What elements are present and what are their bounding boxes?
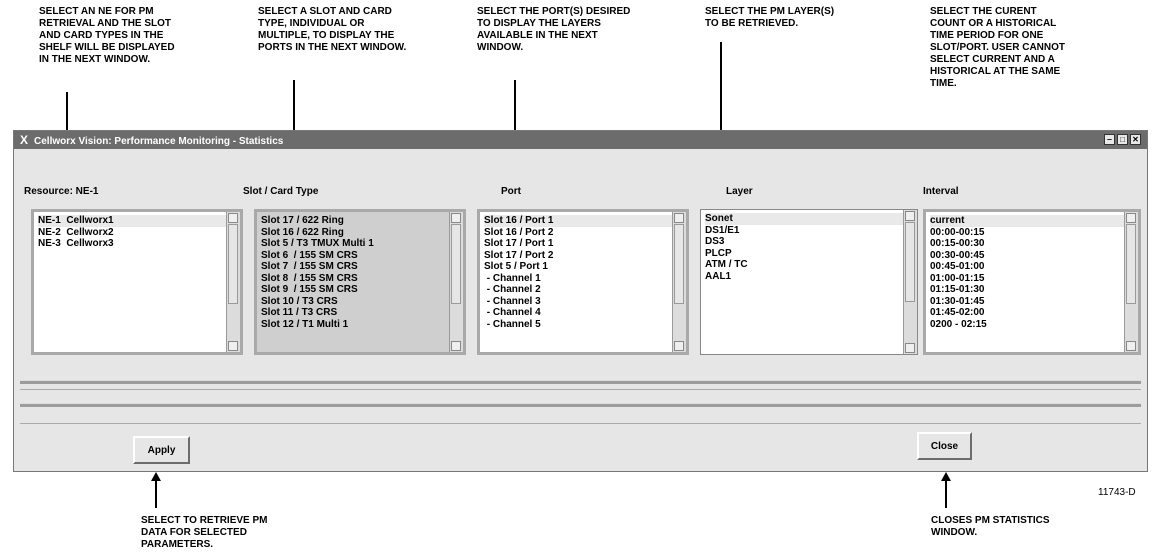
list-item[interactable]: Slot 5 / T3 TMUX Multi 1 (261, 238, 463, 250)
list-item[interactable]: 01:00-01:15 (930, 273, 1138, 285)
interval-scrollbar[interactable] (1124, 212, 1138, 352)
close-window-icon[interactable]: ✕ (1130, 134, 1141, 145)
list-item[interactable]: DS1/E1 (705, 225, 917, 237)
scroll-thumb[interactable] (674, 224, 684, 304)
list-item[interactable]: AAL1 (705, 271, 917, 283)
resource-scrollbar[interactable] (226, 212, 240, 352)
list-item[interactable]: Slot 6 / 155 SM CRS (261, 250, 463, 262)
list-item[interactable]: Slot 7 / 155 SM CRS (261, 261, 463, 273)
list-item[interactable]: - Channel 2 (484, 284, 686, 296)
close-button[interactable]: Close (917, 432, 972, 460)
list-item[interactable]: PLCP (705, 248, 917, 260)
interval-list[interactable]: current 00:00-00:15 00:15-00:30 00:30-00… (923, 209, 1141, 355)
list-item[interactable]: DS3 (705, 236, 917, 248)
list-item[interactable]: 01:45-02:00 (930, 307, 1138, 319)
apply-button[interactable]: Apply (133, 436, 190, 464)
scroll-down-icon[interactable] (905, 343, 915, 353)
callout-close: CLOSES PM STATISTICS WINDOW. (931, 515, 1050, 538)
scroll-up-icon[interactable] (674, 213, 684, 223)
list-item[interactable]: Slot 17 / Port 1 (484, 238, 686, 250)
list-item[interactable]: Slot 16 / Port 2 (484, 227, 686, 239)
slot-card-type-list[interactable]: Slot 17 / 622 Ring Slot 16 / 622 Ring Sl… (254, 209, 466, 355)
list-item[interactable]: Slot 5 / Port 1 (484, 261, 686, 273)
list-item[interactable]: Slot 12 / T1 Multi 1 (261, 319, 463, 331)
figure-number: 11743-D (1098, 487, 1136, 498)
list-item[interactable]: 01:30-01:45 (930, 296, 1138, 308)
arrow-line-apply (155, 480, 157, 508)
scroll-up-icon[interactable] (905, 211, 915, 221)
scroll-thumb[interactable] (905, 222, 915, 302)
callout-port: SELECT THE PORT(S) DESIRED TO DISPLAY TH… (477, 6, 631, 53)
list-item[interactable]: Slot 17 / Port 2 (484, 250, 686, 262)
scroll-down-icon[interactable] (674, 341, 684, 351)
scroll-thumb[interactable] (451, 224, 461, 304)
scroll-down-icon[interactable] (451, 341, 461, 351)
list-item[interactable]: 01:15-01:30 (930, 284, 1138, 296)
slot-card-type-label: Slot / Card Type (243, 186, 319, 197)
scroll-thumb[interactable] (1126, 224, 1136, 304)
divider (20, 380, 1141, 384)
list-item[interactable]: Slot 10 / T3 CRS (261, 296, 463, 308)
scroll-up-icon[interactable] (228, 213, 238, 223)
list-item[interactable]: NE-1 Cellworx1 (38, 215, 240, 227)
list-item[interactable]: Sonet (705, 213, 917, 225)
layer-list[interactable]: Sonet DS1/E1 DS3 PLCP ATM / TC AAL1 (700, 209, 918, 355)
port-list[interactable]: Slot 16 / Port 1 Slot 16 / Port 2 Slot 1… (477, 209, 689, 355)
divider (20, 403, 1141, 407)
arrow-line-close (945, 480, 947, 508)
list-item[interactable]: 00:15-00:30 (930, 238, 1138, 250)
list-item[interactable]: 00:45-01:00 (930, 261, 1138, 273)
list-item[interactable]: Slot 17 / 622 Ring (261, 215, 463, 227)
resource-list[interactable]: NE-1 Cellworx1 NE-2 Cellworx2 NE-3 Cellw… (31, 209, 243, 355)
window-title: Cellworx Vision: Performance Monitoring … (34, 136, 284, 147)
pm-statistics-window: X Cellworx Vision: Performance Monitoring… (13, 130, 1148, 472)
layer-label: Layer (726, 186, 753, 197)
list-item[interactable]: 00:30-00:45 (930, 250, 1138, 262)
list-item[interactable]: 0200 - 02:15 (930, 319, 1138, 331)
minimize-icon[interactable]: ‒ (1104, 134, 1115, 145)
scroll-down-icon[interactable] (228, 341, 238, 351)
list-item[interactable]: NE-3 Cellworx3 (38, 238, 240, 250)
scroll-up-icon[interactable] (1126, 213, 1136, 223)
resource-label: Resource: NE-1 (24, 186, 99, 197)
list-item[interactable]: 00:00-00:15 (930, 227, 1138, 239)
callout-slot: SELECT A SLOT AND CARD TYPE, INDIVIDUAL … (258, 6, 407, 53)
scroll-thumb[interactable] (228, 224, 238, 304)
list-item[interactable]: Slot 16 / Port 1 (484, 215, 686, 227)
title-bar[interactable]: X Cellworx Vision: Performance Monitoring… (14, 131, 1147, 149)
interval-label: Interval (923, 186, 959, 197)
list-item[interactable]: Slot 16 / 622 Ring (261, 227, 463, 239)
list-item[interactable]: Slot 8 / 155 SM CRS (261, 273, 463, 285)
list-item[interactable]: - Channel 3 (484, 296, 686, 308)
list-item[interactable]: Slot 11 / T3 CRS (261, 307, 463, 319)
list-item[interactable]: - Channel 5 (484, 319, 686, 331)
callout-ne: SELECT AN NE FOR PM RETRIEVAL AND THE SL… (39, 6, 175, 65)
x-window-icon[interactable]: X (20, 133, 28, 147)
scroll-down-icon[interactable] (1126, 341, 1136, 351)
list-item[interactable]: ATM / TC (705, 259, 917, 271)
port-scrollbar[interactable] (672, 212, 686, 352)
layer-scrollbar[interactable] (903, 210, 917, 354)
list-item[interactable]: Slot 9 / 155 SM CRS (261, 284, 463, 296)
list-item[interactable]: - Channel 1 (484, 273, 686, 285)
callout-apply: SELECT TO RETRIEVE PM DATA FOR SELECTED … (141, 515, 268, 550)
list-item[interactable]: NE-2 Cellworx2 (38, 227, 240, 239)
divider (20, 423, 1141, 424)
list-item[interactable]: current (930, 215, 1138, 227)
port-label: Port (501, 186, 521, 197)
divider (20, 389, 1141, 390)
slot-scrollbar[interactable] (449, 212, 463, 352)
callout-layer: SELECT THE PM LAYER(S) TO BE RETRIEVED. (705, 6, 835, 29)
list-item[interactable]: - Channel 4 (484, 307, 686, 319)
scroll-up-icon[interactable] (451, 213, 461, 223)
callout-interval: SELECT THE CURENT COUNT OR A HISTORICAL … (930, 6, 1066, 89)
maximize-icon[interactable]: □ (1117, 134, 1128, 145)
